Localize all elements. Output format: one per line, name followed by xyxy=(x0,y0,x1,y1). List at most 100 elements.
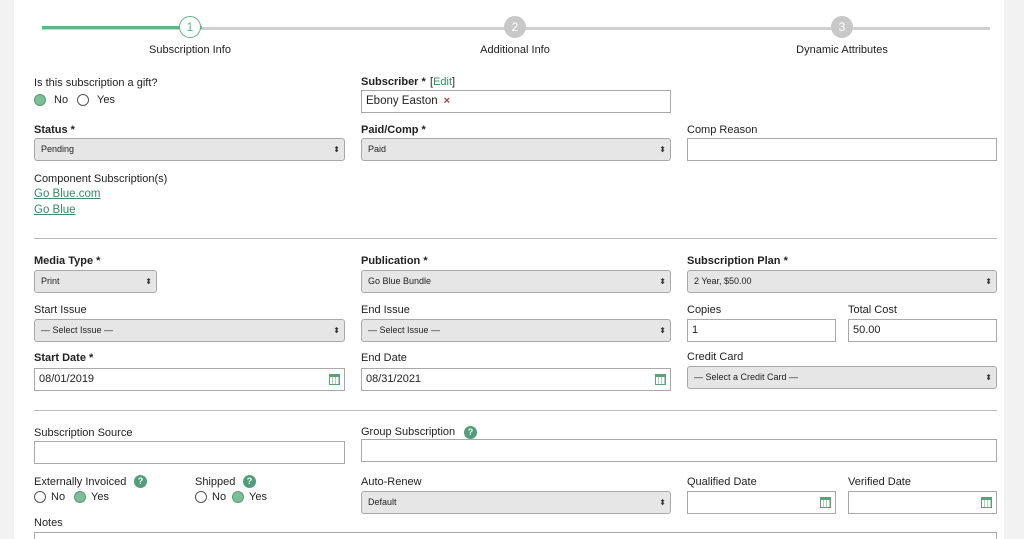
component-link-go-blue[interactable]: Go Blue xyxy=(34,204,76,216)
status-select-value: Pending xyxy=(41,144,75,154)
calendar-icon[interactable] xyxy=(655,374,666,385)
end-issue-label: End Issue xyxy=(361,304,410,316)
gift-no-label: No xyxy=(54,94,69,106)
subscription-source-input[interactable] xyxy=(34,441,345,464)
end-date-input[interactable]: 08/31/2021 xyxy=(361,368,671,391)
step-3-circle[interactable]: 3 xyxy=(831,16,853,38)
start-date-value: 08/01/2019 xyxy=(39,373,95,385)
publication-label: Publication * xyxy=(361,255,428,267)
end-issue-select[interactable]: — Select Issue — ⬍ xyxy=(361,319,671,342)
qualified-date-input[interactable] xyxy=(687,491,836,514)
component-link-go-blue-com[interactable]: Go Blue.com xyxy=(34,188,100,200)
subscriber-field[interactable]: Ebony Easton × xyxy=(361,90,671,113)
stepper-progress xyxy=(42,26,202,29)
auto-renew-select-value: Default xyxy=(368,497,397,507)
ext-invoiced-yes-radio[interactable] xyxy=(74,491,86,503)
gift-no-radio[interactable] xyxy=(34,94,46,106)
section-divider-1 xyxy=(34,238,997,239)
shipped-yes-radio[interactable] xyxy=(232,491,244,503)
ext-invoiced-no-label: No xyxy=(51,491,66,503)
start-issue-select[interactable]: — Select Issue — ⬍ xyxy=(34,319,345,342)
shipped-no-radio[interactable] xyxy=(195,491,207,503)
select-arrow-icon: ⬍ xyxy=(659,498,666,507)
copies-label: Copies xyxy=(687,304,722,316)
total-cost-input[interactable]: 50.00 xyxy=(848,319,997,342)
subscription-plan-select[interactable]: 2 Year, $50.00 ⬍ xyxy=(687,270,997,293)
subscription-plan-label: Subscription Plan * xyxy=(687,255,788,267)
start-issue-label: Start Issue xyxy=(34,304,87,316)
select-arrow-icon: ⬍ xyxy=(145,277,152,286)
step-1-circle[interactable]: 1 xyxy=(179,16,201,38)
subscriber-edit-link[interactable]: Edit xyxy=(433,76,452,88)
gift-yes-label: Yes xyxy=(97,94,115,106)
media-type-select[interactable]: Print ⬍ xyxy=(34,270,157,293)
gift-yes-radio[interactable] xyxy=(77,94,89,106)
status-label: Status * xyxy=(34,124,75,136)
help-icon[interactable]: ? xyxy=(243,475,256,488)
verified-date-input[interactable] xyxy=(848,491,997,514)
select-arrow-icon: ⬍ xyxy=(659,145,666,154)
qualified-date-label: Qualified Date xyxy=(687,476,757,488)
shipped-label: Shipped xyxy=(195,476,236,488)
comp-reason-input[interactable] xyxy=(687,138,997,161)
subscriber-token: Ebony Easton xyxy=(366,95,438,107)
subscription-form: 1 Subscription Info 2 Additional Info 3 … xyxy=(14,0,1004,539)
verified-date-label: Verified Date xyxy=(848,476,911,488)
notes-label: Notes xyxy=(34,517,63,529)
credit-card-select-value: — Select a Credit Card — xyxy=(694,372,799,382)
shipped-no-label: No xyxy=(212,491,227,503)
subscription-plan-select-value: 2 Year, $50.00 xyxy=(694,276,752,286)
subscriber-remove-icon[interactable]: × xyxy=(444,95,450,107)
component-subscriptions-label: Component Subscription(s) xyxy=(34,173,168,185)
copies-input[interactable]: 1 xyxy=(687,319,836,342)
credit-card-select[interactable]: — Select a Credit Card — ⬍ xyxy=(687,366,997,389)
select-arrow-icon: ⬍ xyxy=(985,277,992,286)
select-arrow-icon: ⬍ xyxy=(333,145,340,154)
auto-renew-label: Auto-Renew xyxy=(361,476,422,488)
step-1-number: 1 xyxy=(186,20,194,34)
paid-comp-select-value: Paid xyxy=(368,144,387,154)
auto-renew-select[interactable]: Default ⬍ xyxy=(361,491,671,514)
paid-comp-label: Paid/Comp * xyxy=(361,124,426,136)
step-1-label[interactable]: Subscription Info xyxy=(110,44,270,56)
step-2-number: 2 xyxy=(511,20,519,34)
publication-select-value: Go Blue Bundle xyxy=(368,276,432,286)
end-issue-select-value: — Select Issue — xyxy=(368,325,441,335)
status-select[interactable]: Pending ⬍ xyxy=(34,138,345,161)
select-arrow-icon: ⬍ xyxy=(659,326,666,335)
notes-textarea[interactable] xyxy=(34,532,997,539)
subscriber-label: Subscriber * xyxy=(361,76,426,88)
ext-invoiced-yes-label: Yes xyxy=(91,491,109,503)
comp-reason-label: Comp Reason xyxy=(687,124,758,136)
calendar-icon[interactable] xyxy=(329,374,340,385)
end-date-value: 08/31/2021 xyxy=(366,373,422,385)
select-arrow-icon: ⬍ xyxy=(659,277,666,286)
publication-select[interactable]: Go Blue Bundle ⬍ xyxy=(361,270,671,293)
step-2-label[interactable]: Additional Info xyxy=(435,44,595,56)
total-cost-label: Total Cost xyxy=(848,304,897,316)
start-date-input[interactable]: 08/01/2019 xyxy=(34,368,345,391)
start-issue-select-value: — Select Issue — xyxy=(41,325,114,335)
calendar-icon[interactable] xyxy=(820,497,831,508)
step-2-circle[interactable]: 2 xyxy=(504,16,526,38)
shipped-yes-label: Yes xyxy=(249,491,267,503)
subscriber-edit-wrap: [Edit] xyxy=(430,76,456,88)
step-3-number: 3 xyxy=(838,20,846,34)
group-subscription-label: Group Subscription xyxy=(361,426,456,438)
media-type-label: Media Type * xyxy=(34,255,101,267)
help-icon[interactable]: ? xyxy=(134,475,147,488)
ext-invoiced-no-radio[interactable] xyxy=(34,491,46,503)
start-date-label: Start Date * xyxy=(34,352,94,364)
externally-invoiced-label: Externally Invoiced xyxy=(34,476,127,488)
help-icon[interactable]: ? xyxy=(464,426,477,439)
credit-card-label: Credit Card xyxy=(687,351,744,363)
section-divider-2 xyxy=(34,410,997,411)
subscription-source-label: Subscription Source xyxy=(34,427,133,439)
paid-comp-select[interactable]: Paid ⬍ xyxy=(361,138,671,161)
gift-label: Is this subscription a gift? xyxy=(34,77,158,89)
end-date-label: End Date xyxy=(361,352,407,364)
media-type-select-value: Print xyxy=(41,276,60,286)
group-subscription-input[interactable] xyxy=(361,439,997,462)
step-3-label[interactable]: Dynamic Attributes xyxy=(762,44,922,56)
calendar-icon[interactable] xyxy=(981,497,992,508)
